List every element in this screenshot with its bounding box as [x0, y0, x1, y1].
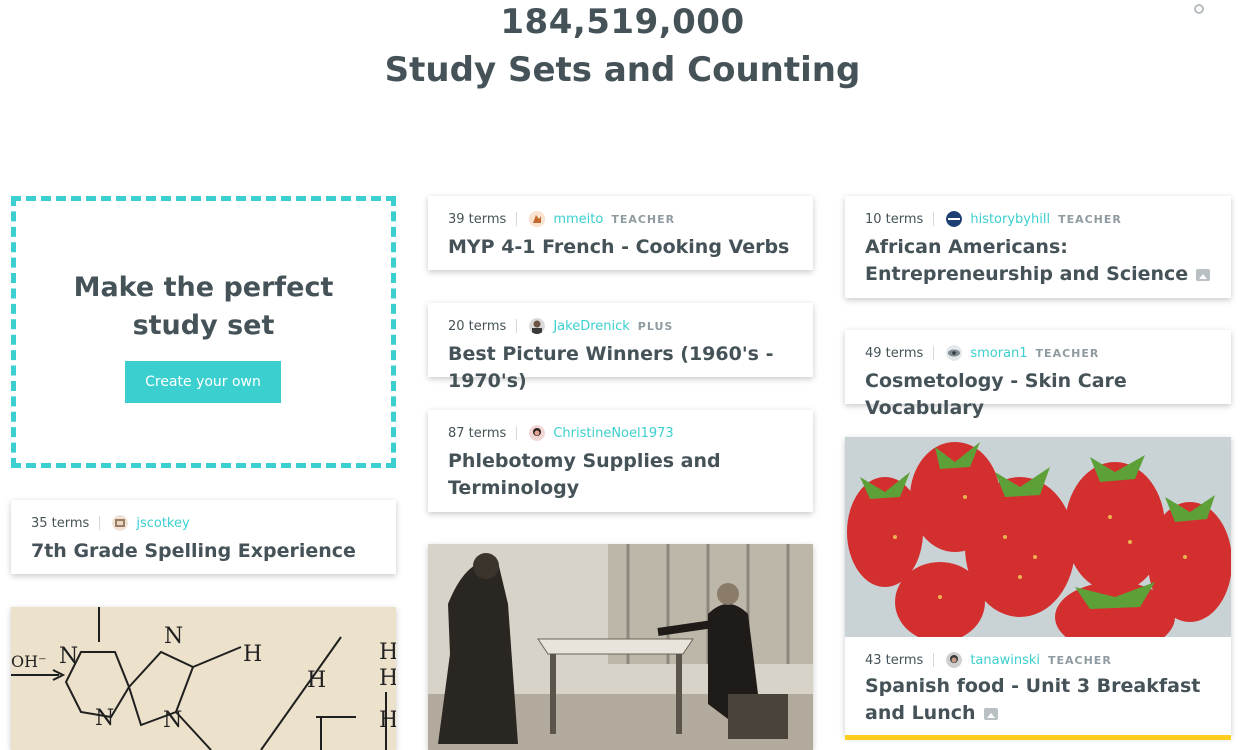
chem-label: H [379, 666, 396, 691]
username-link[interactable]: ChristineNoel1973 [553, 426, 673, 441]
hero-subtitle: Study Sets and Counting [384, 50, 861, 90]
study-set-card[interactable]: 39 terms mmeito TEACHER MYP 4-1 French -… [428, 196, 813, 270]
highlight-bar [845, 735, 1231, 740]
card-meta: 49 terms smoran1 TEACHER [865, 344, 1099, 362]
term-count: 20 terms [448, 318, 507, 334]
study-set-card-image[interactable]: N H OH⁻ N H H N N H H [11, 607, 396, 750]
username-link[interactable]: mmeito [553, 212, 603, 227]
divider [933, 653, 935, 667]
strawberries-image [845, 437, 1231, 637]
set-title[interactable]: Phlebotomy Supplies and Terminology [448, 448, 799, 502]
role-badge: TEACHER [611, 212, 676, 226]
set-title-text: African Americans: Entrepreneurship and … [865, 236, 1189, 285]
card-meta: 20 terms JakeDrenick PLUS [448, 317, 673, 335]
chemical-structure-image: N H OH⁻ N H H N N H H [11, 607, 396, 750]
avatar[interactable] [112, 515, 129, 531]
avatar[interactable] [529, 211, 546, 227]
chem-label: N [164, 624, 183, 649]
card-meta: 10 terms historybyhill TEACHER [865, 210, 1122, 228]
avatar[interactable] [946, 345, 963, 361]
study-set-count: 184,519,000 [500, 2, 745, 42]
chem-label: H [379, 708, 396, 733]
chem-label: N [163, 708, 182, 733]
divider [516, 319, 518, 333]
term-count: 87 terms [448, 425, 507, 441]
study-set-card[interactable]: 10 terms historybyhill TEACHER African A… [845, 196, 1231, 298]
divider [516, 212, 518, 226]
avatar[interactable] [946, 211, 963, 227]
vintage-photo-image [428, 544, 813, 750]
chem-label: N [95, 706, 114, 731]
username-link[interactable]: tanawinski [970, 653, 1040, 668]
image-icon [1196, 269, 1211, 281]
card-meta: 87 terms ChristineNoel1973 [448, 424, 682, 442]
term-count: 43 terms [865, 652, 924, 668]
promo-title-line2: study set [132, 310, 275, 341]
set-title[interactable]: 7th Grade Spelling Experience [31, 538, 382, 565]
divider [933, 212, 935, 226]
create-set-promo: Make the perfect study set Create your o… [11, 196, 396, 468]
divider [516, 426, 518, 440]
card-meta: 43 terms tanawinski TEACHER [865, 651, 1112, 669]
chem-label: H [243, 642, 262, 667]
study-set-card[interactable]: 43 terms tanawinski TEACHER Spanish food… [845, 437, 1231, 740]
study-set-card[interactable]: 35 terms jscotkey 7th Grade Spelling Exp… [11, 500, 396, 574]
chem-label: N [59, 644, 78, 669]
chem-label: OH⁻ [11, 652, 47, 671]
study-set-card[interactable]: 87 terms ChristineNoel1973 Phlebotomy Su… [428, 410, 813, 512]
username-link[interactable]: historybyhill [970, 212, 1050, 227]
username-link[interactable]: jscotkey [136, 516, 189, 531]
username-link[interactable]: JakeDrenick [553, 319, 629, 334]
term-count: 49 terms [865, 345, 924, 361]
promo-title: Make the perfect study set [16, 269, 391, 345]
set-title[interactable]: Cosmetology - Skin Care Vocabulary [865, 368, 1217, 422]
card-meta: 39 terms mmeito TEACHER [448, 210, 675, 228]
study-set-card[interactable]: 20 terms JakeDrenick PLUS Best Picture W… [428, 303, 813, 392]
username-link[interactable]: smoran1 [970, 346, 1027, 361]
set-title[interactable]: African Americans: Entrepreneurship and … [865, 234, 1217, 288]
study-set-card[interactable]: 49 terms smoran1 TEACHER Cosmetology - S… [845, 330, 1231, 419]
create-your-own-button[interactable]: Create your own [125, 361, 281, 403]
promo-title-line1: Make the perfect [73, 272, 334, 303]
status-dot-icon [1194, 4, 1204, 14]
set-title[interactable]: MYP 4-1 French - Cooking Verbs [448, 234, 799, 261]
term-count: 35 terms [31, 515, 90, 531]
avatar[interactable] [529, 425, 546, 441]
role-badge: TEACHER [1035, 346, 1100, 360]
study-set-card-image[interactable] [428, 544, 813, 750]
role-badge: TEACHER [1048, 653, 1112, 667]
image-icon [983, 708, 998, 720]
avatar[interactable] [529, 318, 546, 334]
divider [933, 346, 935, 360]
term-count: 39 terms [448, 211, 507, 227]
chem-label: H [379, 640, 396, 665]
role-badge: TEACHER [1058, 212, 1122, 226]
set-title-text: Spanish food - Unit 3 Breakfast and Lunc… [865, 675, 1201, 724]
set-title[interactable]: Best Picture Winners (1960's - 1970's) [448, 341, 799, 395]
divider [99, 516, 101, 530]
avatar[interactable] [946, 652, 963, 668]
set-title[interactable]: Spanish food - Unit 3 Breakfast and Lunc… [865, 673, 1217, 727]
role-badge: PLUS [637, 319, 674, 333]
term-count: 10 terms [865, 211, 924, 227]
card-meta: 35 terms jscotkey [31, 514, 198, 532]
chem-label: H [307, 668, 326, 693]
